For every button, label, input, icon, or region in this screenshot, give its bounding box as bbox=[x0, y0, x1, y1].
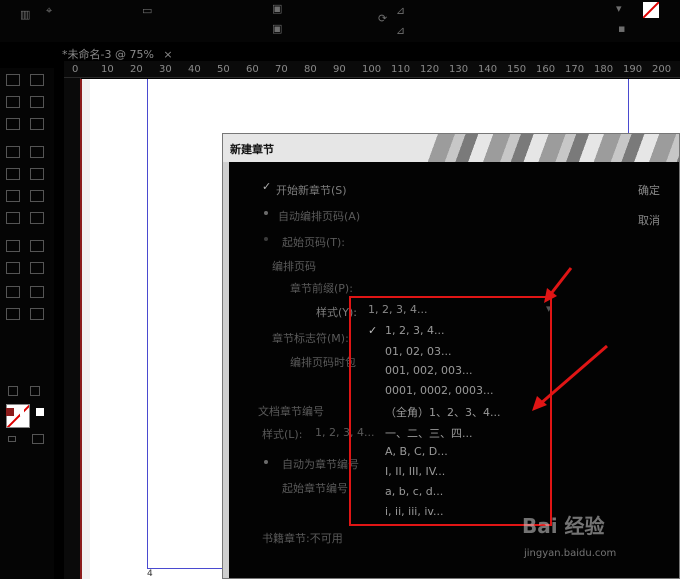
arrow-to-dropdown bbox=[544, 267, 573, 303]
annotation-arrows bbox=[532, 267, 608, 411]
watermark-logo: Bai 经验 bbox=[522, 514, 605, 538]
arrow-to-fullwidth-option bbox=[532, 344, 608, 411]
watermark-url: jingyan.baidu.com bbox=[524, 548, 617, 559]
